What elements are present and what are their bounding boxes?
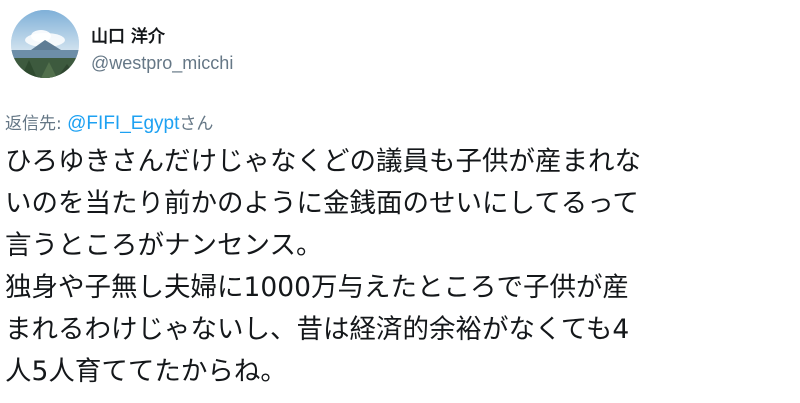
- author-display-name[interactable]: 山口 洋介: [91, 27, 165, 47]
- author-avatar[interactable]: [11, 10, 79, 78]
- tweet-card: 山口 洋介 @westpro_micchi 返信先: @FIFI_Egyptさん…: [0, 0, 800, 403]
- tweet-body-line: いのを当たり前かのように金銭面のせいにしてるって: [5, 188, 639, 219]
- tweet-body-line: 人5人育ててたからね。: [5, 356, 287, 387]
- tweet-body-line: ひろゆきさんだけじゃなくどの議員も子供が産まれな: [5, 146, 641, 177]
- tweet-body-line: まれるわけじゃないし、昔は経済的余裕がなくても4: [5, 314, 630, 345]
- avatar-photo-icon: [11, 10, 79, 78]
- author-handle[interactable]: @westpro_micchi: [91, 53, 233, 73]
- reply-suffix: さん: [179, 114, 214, 134]
- tweet-body-line: 言うところがナンセンス。: [5, 230, 323, 261]
- reply-to-handle-link[interactable]: @FIFI_Egypt: [67, 113, 179, 134]
- reply-to-line: 返信先: @FIFI_Egyptさん: [5, 113, 213, 135]
- tweet-body: ひろゆきさんだけじゃなくどの議員も子供が産まれな いのを当たり前かのように金銭面…: [5, 141, 797, 393]
- tweet-body-line: 独身や子無し夫婦に1000万与えたところで子供が産: [5, 272, 629, 303]
- reply-prefix: 返信先:: [5, 114, 68, 134]
